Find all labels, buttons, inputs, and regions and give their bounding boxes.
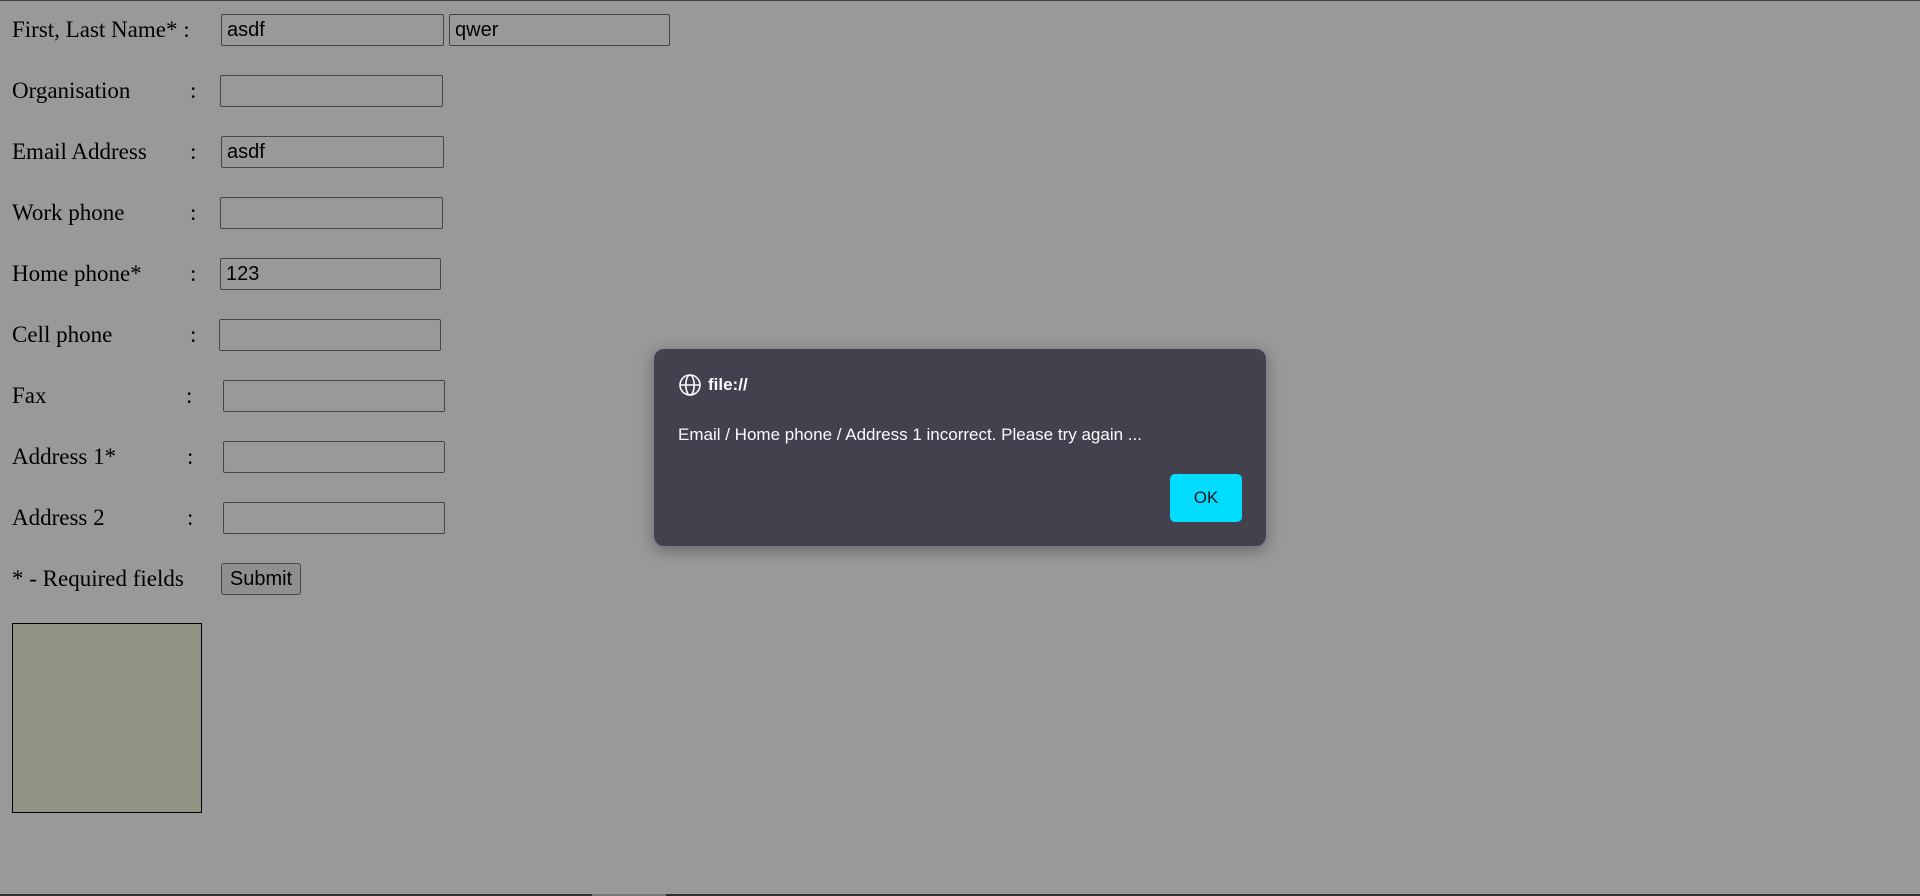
globe-icon xyxy=(679,374,701,396)
alert-dialog: file:// Email / Home phone / Address 1 i… xyxy=(654,349,1266,546)
page: First, Last Name* : Organisation : Email… xyxy=(0,0,1920,896)
ok-button[interactable]: OK xyxy=(1170,474,1242,522)
dialog-message: Email / Home phone / Address 1 incorrect… xyxy=(678,425,1142,444)
dialog-header: file:// xyxy=(678,371,748,399)
dialog-origin: file:// xyxy=(708,375,748,394)
